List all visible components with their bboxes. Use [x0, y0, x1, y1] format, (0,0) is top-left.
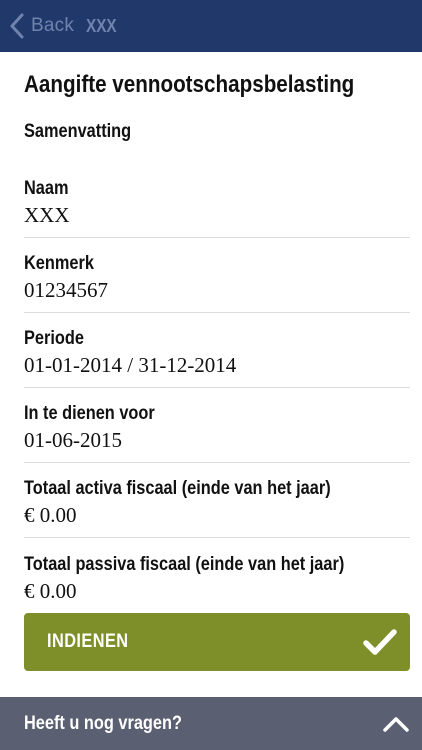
checkmark-icon — [363, 629, 397, 655]
navigation-bar: Back XXX — [0, 0, 422, 52]
summary-content: Aangifte vennootschapsbelasting Samenvat… — [24, 52, 410, 603]
field-label: Totaal passiva fiscaal (einde van het ja… — [24, 554, 345, 575]
field-periode: Periode 01-01-2014 / 31-12-2014 — [24, 328, 410, 388]
field-value: 01234567 — [24, 278, 108, 302]
field-label: Naam — [24, 178, 69, 199]
field-label: Totaal activa fiscaal (einde van het jaa… — [24, 478, 331, 499]
help-label: Heeft u nog vragen? — [24, 712, 182, 734]
field-kenmerk: Kenmerk 01234567 — [24, 253, 410, 313]
field-value: 01-01-2014 / 31-12-2014 — [24, 353, 237, 377]
field-value: XXX — [24, 203, 70, 227]
field-totaal-activa: Totaal activa fiscaal (einde van het jaa… — [24, 478, 410, 538]
field-naam: Naam XXX — [24, 178, 410, 238]
field-value: € 0.00 — [24, 579, 77, 603]
field-value: € 0.00 — [24, 503, 77, 527]
back-label: Back — [31, 15, 75, 36]
page-title: Aangifte vennootschapsbelasting — [24, 71, 355, 98]
submit-label: INDIENEN — [47, 631, 129, 652]
back-button[interactable]: Back — [0, 0, 74, 52]
field-label: Periode — [24, 328, 84, 349]
field-label: In te dienen voor — [24, 403, 155, 424]
field-label: Kenmerk — [24, 253, 94, 274]
chevron-up-icon — [383, 716, 409, 732]
submit-button[interactable]: INDIENEN — [24, 613, 410, 671]
field-in-te-dienen-voor: In te dienen voor 01-06-2015 — [24, 403, 410, 463]
nav-title: XXX — [86, 15, 117, 36]
chevron-left-icon — [10, 13, 24, 39]
help-bar[interactable]: Heeft u nog vragen? — [0, 697, 422, 750]
section-title: Samenvatting — [24, 121, 132, 142]
field-value: 01-06-2015 — [24, 428, 122, 452]
field-totaal-passiva: Totaal passiva fiscaal (einde van het ja… — [24, 554, 410, 604]
